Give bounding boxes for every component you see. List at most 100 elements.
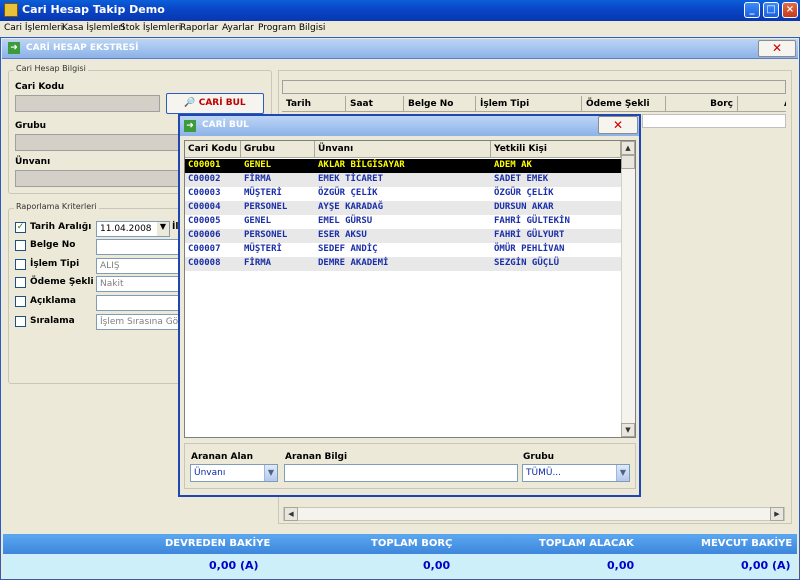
- chevron-down-icon[interactable]: ▼: [264, 465, 277, 481]
- transaction-type-select[interactable]: ALIŞ: [96, 258, 180, 274]
- cell-contact: SADET EMEK: [494, 174, 549, 184]
- col-debit[interactable]: Borç: [666, 96, 738, 112]
- date-range-checkbox[interactable]: ✓: [15, 222, 26, 233]
- total-debit-value: 0,00: [423, 559, 451, 572]
- cell-group: GENEL: [244, 216, 272, 226]
- form-header: ➜ CARİ HESAP EKSTRESİ ✕: [2, 39, 798, 59]
- cell-title: AYŞE KARADAĞ: [318, 202, 384, 212]
- cari-code-field[interactable]: [15, 95, 160, 112]
- description-input[interactable]: [96, 295, 180, 311]
- payment-method-select[interactable]: Nakit: [96, 276, 180, 292]
- dialog-title: CARİ BUL: [202, 120, 249, 130]
- document-no-input[interactable]: [96, 239, 180, 255]
- col-group[interactable]: Grubu: [241, 141, 315, 158]
- horizontal-scrollbar[interactable]: ◀ ▶: [283, 507, 785, 521]
- col-document-no[interactable]: Belge No: [404, 96, 476, 112]
- vertical-scrollbar[interactable]: ▲ ▼: [621, 141, 635, 437]
- form-close-button[interactable]: ✕: [758, 40, 796, 57]
- transaction-type-checkbox[interactable]: [15, 259, 26, 270]
- list-item[interactable]: C00005 GENEL EMEL GÜRSU FAHRİ GÜLTEKİN: [185, 215, 621, 229]
- search-info-input[interactable]: [284, 464, 518, 482]
- menu-bar: Cari İşlemleri Kasa İşlemleri Stok İşlem…: [0, 21, 800, 37]
- current-balance-label: MEVCUT BAKİYE: [701, 538, 793, 549]
- scroll-right-icon[interactable]: ▶: [770, 507, 784, 521]
- cell-group: MÜŞTERİ: [244, 244, 282, 254]
- sorting-checkbox[interactable]: [15, 316, 26, 327]
- col-credit[interactable]: A: [738, 96, 786, 112]
- date-start-value: 11.04.2008: [100, 224, 152, 234]
- search-group-select[interactable]: TÜMÜ...: [522, 464, 630, 482]
- chevron-down-icon[interactable]: ▼: [616, 465, 629, 481]
- cell-contact: ÖMÜR PEHLİVAN: [494, 244, 565, 254]
- description-checkbox[interactable]: [15, 296, 26, 307]
- cell-group: FİRMA: [244, 258, 272, 268]
- transaction-type-label: İşlem Tipi: [30, 259, 80, 269]
- app-icon: [4, 3, 18, 17]
- cari-list-grid: Cari Kodu Grubu Ünvanı Yetkili Kişi C000…: [184, 140, 636, 438]
- cell-cari-code: C00003: [188, 188, 221, 198]
- search-group-value: TÜMÜ...: [526, 468, 562, 478]
- scroll-left-icon[interactable]: ◀: [284, 507, 298, 521]
- close-window-button[interactable]: ×: [782, 2, 798, 18]
- cell-cari-code: C00005: [188, 216, 221, 226]
- find-cari-button[interactable]: 🔎 CARİ BUL: [166, 93, 264, 114]
- maximize-button[interactable]: □: [763, 2, 779, 18]
- transactions-grid-header: Tarih Saat Belge No İşlem Tipi Ödeme Şek…: [282, 96, 786, 112]
- carried-balance-label: DEVREDEN BAKİYE: [165, 538, 271, 549]
- list-item[interactable]: C00002 FİRMA EMEK TİCARET SADET EMEK: [185, 173, 621, 187]
- list-item[interactable]: C00003 MÜŞTERİ ÖZGÜR ÇELİK ÖZGÜR ÇELİK: [185, 187, 621, 201]
- payment-method-checkbox[interactable]: [15, 277, 26, 288]
- col-time[interactable]: Saat: [346, 96, 404, 112]
- menu-stok-islemleri[interactable]: Stok İşlemleri: [120, 23, 181, 33]
- document-no-label: Belge No: [30, 240, 76, 250]
- transactions-filter-row[interactable]: [642, 114, 786, 128]
- sorting-select[interactable]: İşlem Sırasına Göre: [96, 314, 180, 330]
- list-item[interactable]: C00004 PERSONEL AYŞE KARADAĞ DURSUN AKAR: [185, 201, 621, 215]
- col-contact[interactable]: Yetkili Kişi: [491, 141, 621, 158]
- scroll-thumb[interactable]: [621, 155, 635, 169]
- col-title[interactable]: Ünvanı: [315, 141, 491, 158]
- group-field: [15, 134, 180, 151]
- dialog-close-button[interactable]: ✕: [598, 116, 638, 134]
- cell-group: PERSONEL: [244, 202, 288, 212]
- scroll-down-icon[interactable]: ▼: [621, 423, 635, 437]
- dialog-header: ➜ CARİ BUL ✕: [180, 116, 639, 136]
- arrow-icon: ➜: [184, 120, 196, 132]
- cell-group: FİRMA: [244, 174, 272, 184]
- cell-group: GENEL: [244, 160, 272, 170]
- chevron-down-icon[interactable]: ▼: [157, 222, 169, 236]
- col-date[interactable]: Tarih: [282, 96, 346, 112]
- menu-program-bilgisi[interactable]: Program Bilgisi: [258, 23, 325, 33]
- title-bar: Cari Hesap Takip Demo _ □ ×: [0, 0, 800, 21]
- list-item[interactable]: C00008 FİRMA DEMRE AKADEMİ SEZGİN GÜÇLÜ: [185, 257, 621, 271]
- cell-contact: FAHRİ GÜLTEKİN: [494, 216, 570, 226]
- list-item[interactable]: C00006 PERSONEL ESER AKSU FAHRİ GÜLYURT: [185, 229, 621, 243]
- cell-group: MÜŞTERİ: [244, 188, 282, 198]
- current-balance-value: 0,00 (A): [741, 559, 791, 572]
- menu-kasa-islemleri[interactable]: Kasa İşlemleri: [62, 23, 125, 33]
- col-transaction-type[interactable]: İşlem Tipi: [476, 96, 582, 112]
- document-no-checkbox[interactable]: [15, 240, 26, 251]
- cell-title: ESER AKSU: [318, 230, 367, 240]
- search-info-label: Aranan Bilgi: [285, 452, 348, 462]
- total-debit-label: TOPLAM BORÇ: [371, 538, 453, 549]
- menu-cari-islemleri[interactable]: Cari İşlemleri: [4, 23, 63, 33]
- title-label: Ünvanı: [15, 157, 51, 167]
- scroll-up-icon[interactable]: ▲: [621, 141, 635, 155]
- cell-title: EMEL GÜRSU: [318, 216, 373, 226]
- search-field-label: Aranan Alan: [191, 452, 254, 462]
- menu-ayarlar[interactable]: Ayarlar: [222, 23, 254, 33]
- date-range-label: Tarih Aralığı: [30, 222, 92, 232]
- menu-raporlar[interactable]: Raporlar: [180, 23, 218, 33]
- col-cari-code[interactable]: Cari Kodu: [185, 141, 241, 158]
- list-item[interactable]: C00007 MÜŞTERİ SEDEF ANDİÇ ÖMÜR PEHLİVAN: [185, 243, 621, 257]
- minimize-button[interactable]: _: [744, 2, 760, 18]
- cell-cari-code: C00001: [188, 160, 221, 170]
- cell-title: EMEK TİCARET: [318, 174, 384, 184]
- search-field-value: Ünvanı: [194, 468, 226, 478]
- cell-contact: DURSUN AKAR: [494, 202, 554, 212]
- col-payment-method[interactable]: Ödeme Şekli: [582, 96, 666, 112]
- cell-title: ÖZGÜR ÇELİK: [318, 188, 378, 198]
- title-field: [15, 170, 180, 187]
- list-item[interactable]: C00001 GENEL AKLAR BİLGİSAYAR ADEM AK: [185, 159, 621, 173]
